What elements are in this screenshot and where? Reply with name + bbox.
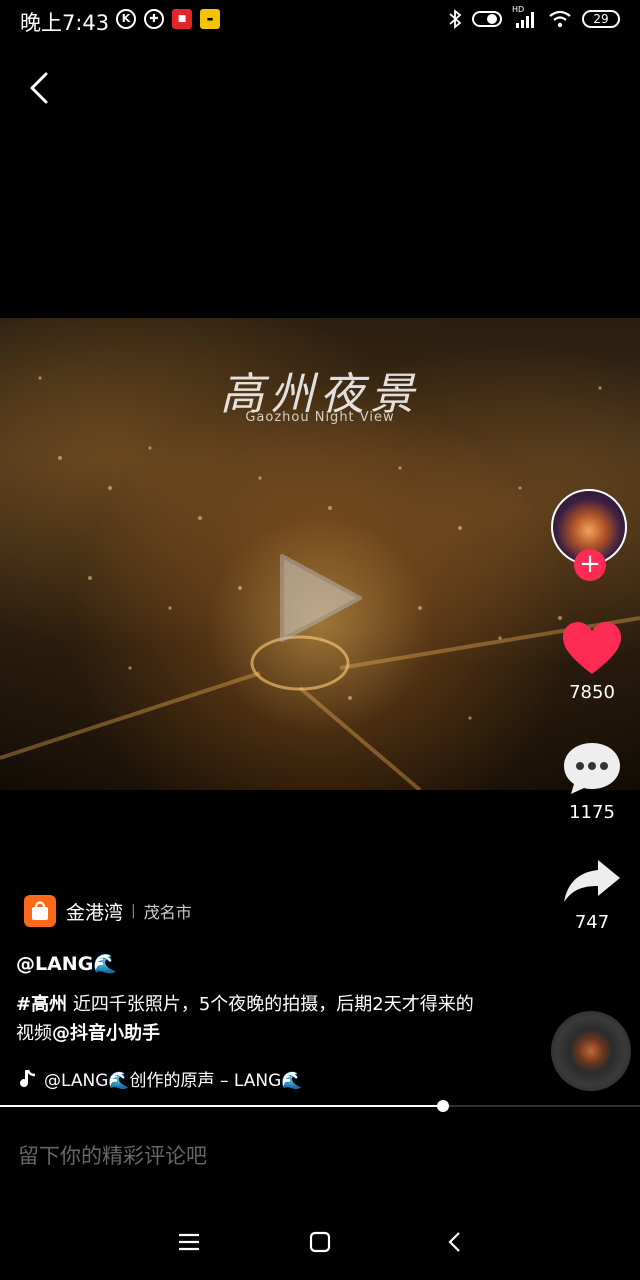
location-tag[interactable]: 金港湾 | 茂名市 (24, 895, 192, 927)
music-title: @LANG🌊创作的原声 – LANG🌊 (44, 1071, 303, 1091)
location-city: 茂名市 (143, 903, 192, 922)
back-icon[interactable] (24, 70, 54, 106)
music-disc-icon[interactable] (551, 1011, 631, 1091)
like-count: 7850 (569, 682, 615, 703)
like-button[interactable]: 7850 (552, 620, 632, 703)
status-right: HD 29 (448, 5, 620, 29)
status-app-icons: K ✚ ■ ▬ (116, 9, 220, 29)
signal-icon (516, 12, 534, 28)
comment-button[interactable]: 1175 (552, 740, 632, 823)
video-player[interactable]: 高州夜景 Gaozhou Night View (0, 318, 640, 790)
home-icon[interactable] (306, 1228, 334, 1256)
shop-icon: ▬ (200, 9, 220, 29)
signal-group: HD (512, 5, 538, 29)
heart-icon (563, 622, 621, 674)
menu-icon[interactable] (175, 1228, 203, 1256)
video-subtitle: Gaozhou Night View (245, 410, 395, 425)
bluetooth-icon (449, 9, 462, 29)
share-count: 747 (574, 912, 610, 933)
nav-back-icon[interactable] (441, 1228, 469, 1256)
system-nav-bar (0, 1218, 640, 1264)
progress-fill (0, 1105, 443, 1107)
author-name[interactable]: @LANG🌊 (16, 952, 117, 975)
location-name: 金港湾 (66, 901, 124, 924)
play-icon[interactable] (276, 550, 366, 646)
music-note-icon (20, 1069, 36, 1087)
post-caption: #高州 近四千张照片，5个夜晚的拍摄，后期2天才得来的视频@抖音小助手 (16, 990, 486, 1048)
follow-plus-icon[interactable]: + (574, 549, 606, 581)
wifi-icon (549, 10, 571, 28)
status-time: 晚上7:43 (20, 11, 110, 35)
music-label[interactable]: @LANG🌊创作的原声 – LANG🌊 (16, 1066, 302, 1091)
app-icon: ■ (172, 9, 192, 29)
location-separator: | (131, 903, 136, 919)
comment-bubble-icon (564, 743, 620, 794)
status-bar: 晚上7:43 K ✚ ■ ▬ HD 29 (0, 0, 640, 40)
hashtag-link[interactable]: #高州 (16, 994, 67, 1015)
k-icon: K (116, 9, 136, 29)
mention-link[interactable]: @抖音小助手 (52, 1023, 160, 1044)
plus-circle-icon: ✚ (144, 9, 164, 29)
comment-input[interactable]: 留下你的精彩评论吧 (18, 1140, 207, 1170)
battery-icon: 29 (582, 10, 620, 28)
share-button[interactable]: 747 (552, 856, 632, 933)
comment-count: 1175 (569, 802, 615, 823)
progress-knob[interactable] (437, 1100, 449, 1112)
share-arrow-icon (564, 860, 620, 902)
shopping-bag-icon (24, 895, 56, 927)
toggle-icon (472, 11, 502, 27)
